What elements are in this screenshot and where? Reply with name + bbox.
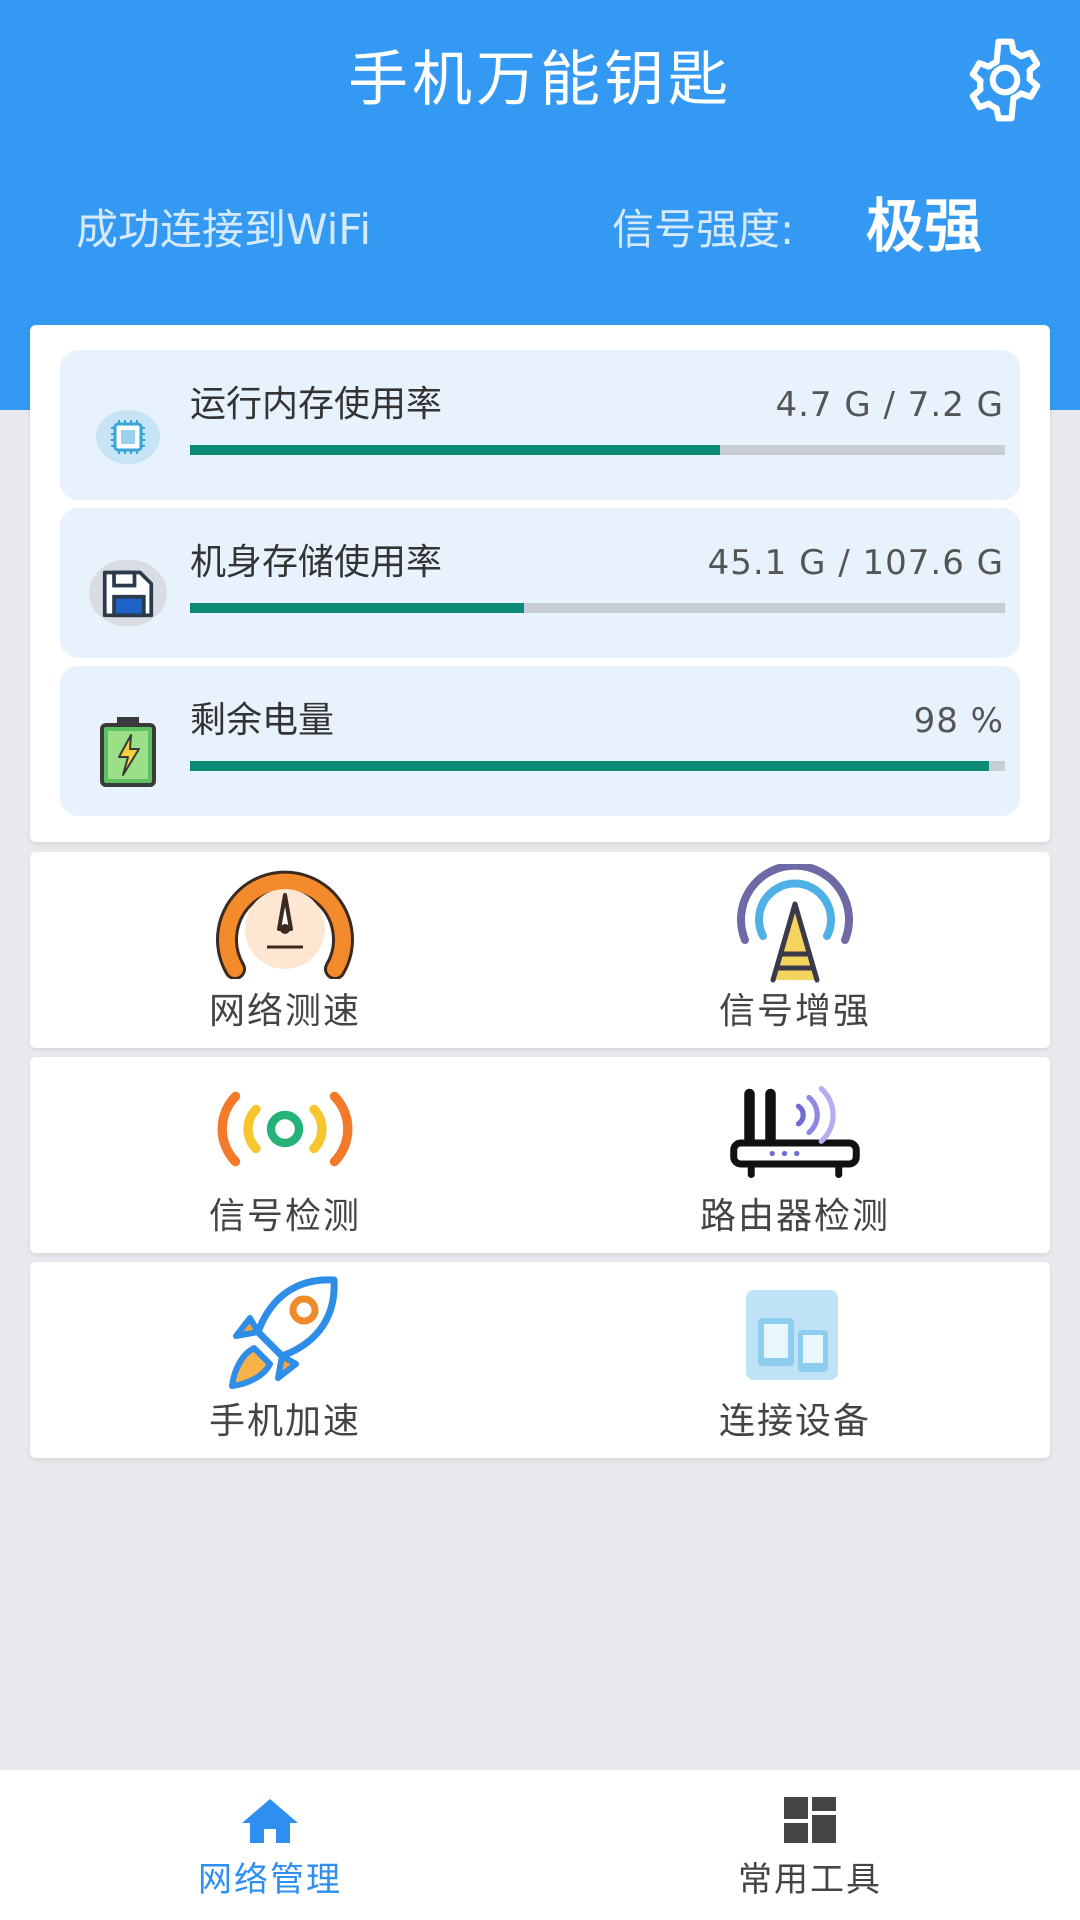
rocket-icon: [215, 1274, 355, 1394]
signal-strength-value: 极强: [866, 192, 983, 260]
signal-strength-label: 信号强度:: [612, 205, 795, 254]
home-icon: [240, 1792, 300, 1848]
floppy-disk-icon: [88, 553, 168, 633]
speedometer-icon: [215, 864, 355, 984]
tool-label: 连接设备: [718, 1401, 871, 1442]
storage-progress-fill: [190, 603, 525, 613]
chip-icon: [88, 395, 168, 475]
router-icon: [725, 1069, 865, 1189]
stat-value: 45.1 G / 107.6 G: [707, 543, 1004, 583]
memory-progress-fill: [190, 445, 720, 455]
stat-item-battery[interactable]: 剩余电量 98 %: [60, 666, 1020, 816]
tool-label: 信号增强: [718, 991, 871, 1032]
tool-speed-test[interactable]: 网络测速: [30, 852, 540, 1048]
tool-signal-detect[interactable]: 信号检测: [30, 1057, 540, 1253]
nav-label: 网络管理: [198, 1860, 342, 1900]
app-title: 手机万能钥匙: [348, 45, 732, 115]
memory-progress-bar: [190, 445, 1005, 455]
stat-label: 机身存储使用率: [190, 542, 443, 583]
device-stats-card: 运行内存使用率 4.7 G / 7.2 G 机身存储使用率 45.1 G / 1…: [30, 325, 1050, 842]
gear-icon: [969, 38, 1041, 122]
battery-progress-bar: [190, 761, 1005, 771]
stat-item-storage[interactable]: 机身存储使用率 45.1 G / 107.6 G: [60, 508, 1020, 658]
tool-signal-boost[interactable]: 信号增强: [540, 852, 1050, 1048]
stat-value: 4.7 G / 7.2 G: [775, 385, 1004, 425]
battery-progress-fill: [190, 761, 989, 771]
battery-charging-icon: [88, 711, 168, 791]
tool-label: 网络测速: [208, 991, 361, 1032]
tool-connected-devices[interactable]: 连接设备: [540, 1262, 1050, 1458]
stat-label: 剩余电量: [190, 700, 335, 741]
tool-row: 手机加速 连接设备: [30, 1262, 1050, 1458]
nav-common-tools[interactable]: 常用工具: [540, 1770, 1080, 1920]
stat-value: 98 %: [913, 701, 1004, 741]
tool-label: 手机加速: [208, 1401, 361, 1442]
tool-label: 路由器检测: [699, 1196, 890, 1237]
tool-row: 信号检测 路由器检测: [30, 1057, 1050, 1253]
tool-row: 网络测速 信号增强: [30, 852, 1050, 1048]
storage-progress-bar: [190, 603, 1005, 613]
stat-label: 运行内存使用率: [190, 384, 443, 425]
signal-detect-icon: [215, 1069, 355, 1189]
tool-router-detect[interactable]: 路由器检测: [540, 1057, 1050, 1253]
tool-label: 信号检测: [208, 1196, 361, 1237]
nav-label: 常用工具: [738, 1860, 882, 1900]
tool-phone-boost[interactable]: 手机加速: [30, 1262, 540, 1458]
wifi-status: 成功连接到WiFi: [76, 205, 372, 254]
settings-button[interactable]: [955, 30, 1055, 130]
grid-icon: [780, 1792, 840, 1848]
bottom-navigation: 网络管理 常用工具: [0, 1770, 1080, 1920]
devices-icon: [725, 1274, 865, 1394]
signal-tower-icon: [725, 864, 865, 984]
nav-network-management[interactable]: 网络管理: [0, 1770, 540, 1920]
stat-item-memory[interactable]: 运行内存使用率 4.7 G / 7.2 G: [60, 350, 1020, 500]
